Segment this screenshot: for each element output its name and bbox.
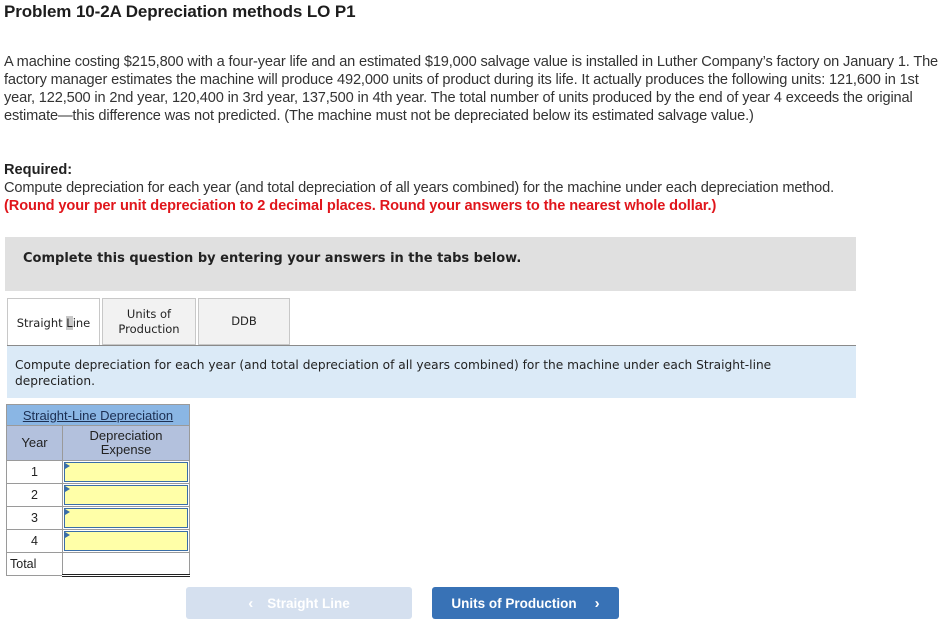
- year-cell: 1: [6, 460, 63, 484]
- required-text: Compute depreciation for each year (and …: [4, 180, 835, 196]
- tab-description-text: Compute depreciation for each year (and …: [15, 358, 772, 388]
- instructions-text: Complete this question by entering your …: [23, 251, 522, 266]
- year-cell: 3: [6, 506, 63, 530]
- total-label: Total: [6, 552, 63, 576]
- depreciation-input-year-4[interactable]: [64, 531, 188, 551]
- total-row: Total: [6, 552, 190, 577]
- table-row: 3: [6, 506, 190, 530]
- total-value: [62, 552, 190, 577]
- table-row: 1: [6, 460, 190, 484]
- tab-ddb[interactable]: DDB: [198, 298, 290, 345]
- tab-label: Straight Line: [16, 315, 91, 330]
- tab-label: DDB: [231, 314, 257, 328]
- table-title: Straight-Line Depreciation: [6, 404, 190, 426]
- column-header-year: Year: [6, 425, 63, 461]
- instructions-banner: Complete this question by entering your …: [5, 237, 856, 291]
- problem-description: A machine costing $215,800 with a four-y…: [4, 54, 939, 124]
- year-cell: 2: [6, 483, 63, 507]
- rounding-note: (Round your per unit depreciation to 2 d…: [4, 198, 717, 214]
- previous-tab-label: Straight Line: [267, 595, 350, 611]
- tab-label: Units of Production: [118, 306, 180, 336]
- tab-units-of-production[interactable]: Units of Production: [102, 298, 196, 345]
- depreciation-input-year-2[interactable]: [64, 485, 188, 505]
- depreciation-input-year-1[interactable]: [64, 462, 188, 482]
- table-row: 2: [6, 483, 190, 507]
- chevron-left-icon: ‹: [248, 594, 254, 612]
- tab-straight-line[interactable]: Straight Line: [7, 298, 100, 347]
- straight-line-depreciation-table: Straight-Line Depreciation Year Deprecia…: [6, 404, 190, 577]
- depreciation-input-year-3[interactable]: [64, 508, 188, 528]
- table-row: 4: [6, 529, 190, 553]
- year-cell: 4: [6, 529, 63, 553]
- column-header-depreciation-expense: Depreciation Expense: [62, 425, 190, 461]
- chevron-right-icon: ›: [594, 594, 600, 612]
- next-tab-button[interactable]: Units of Production ›: [432, 587, 619, 619]
- tab-description-panel: Compute depreciation for each year (and …: [7, 345, 856, 398]
- problem-title: Problem 10-2A Depreciation methods LO P1: [4, 2, 356, 21]
- next-tab-label: Units of Production: [451, 595, 577, 611]
- previous-tab-button[interactable]: ‹ Straight Line: [186, 587, 412, 619]
- required-label: Required:: [4, 162, 73, 178]
